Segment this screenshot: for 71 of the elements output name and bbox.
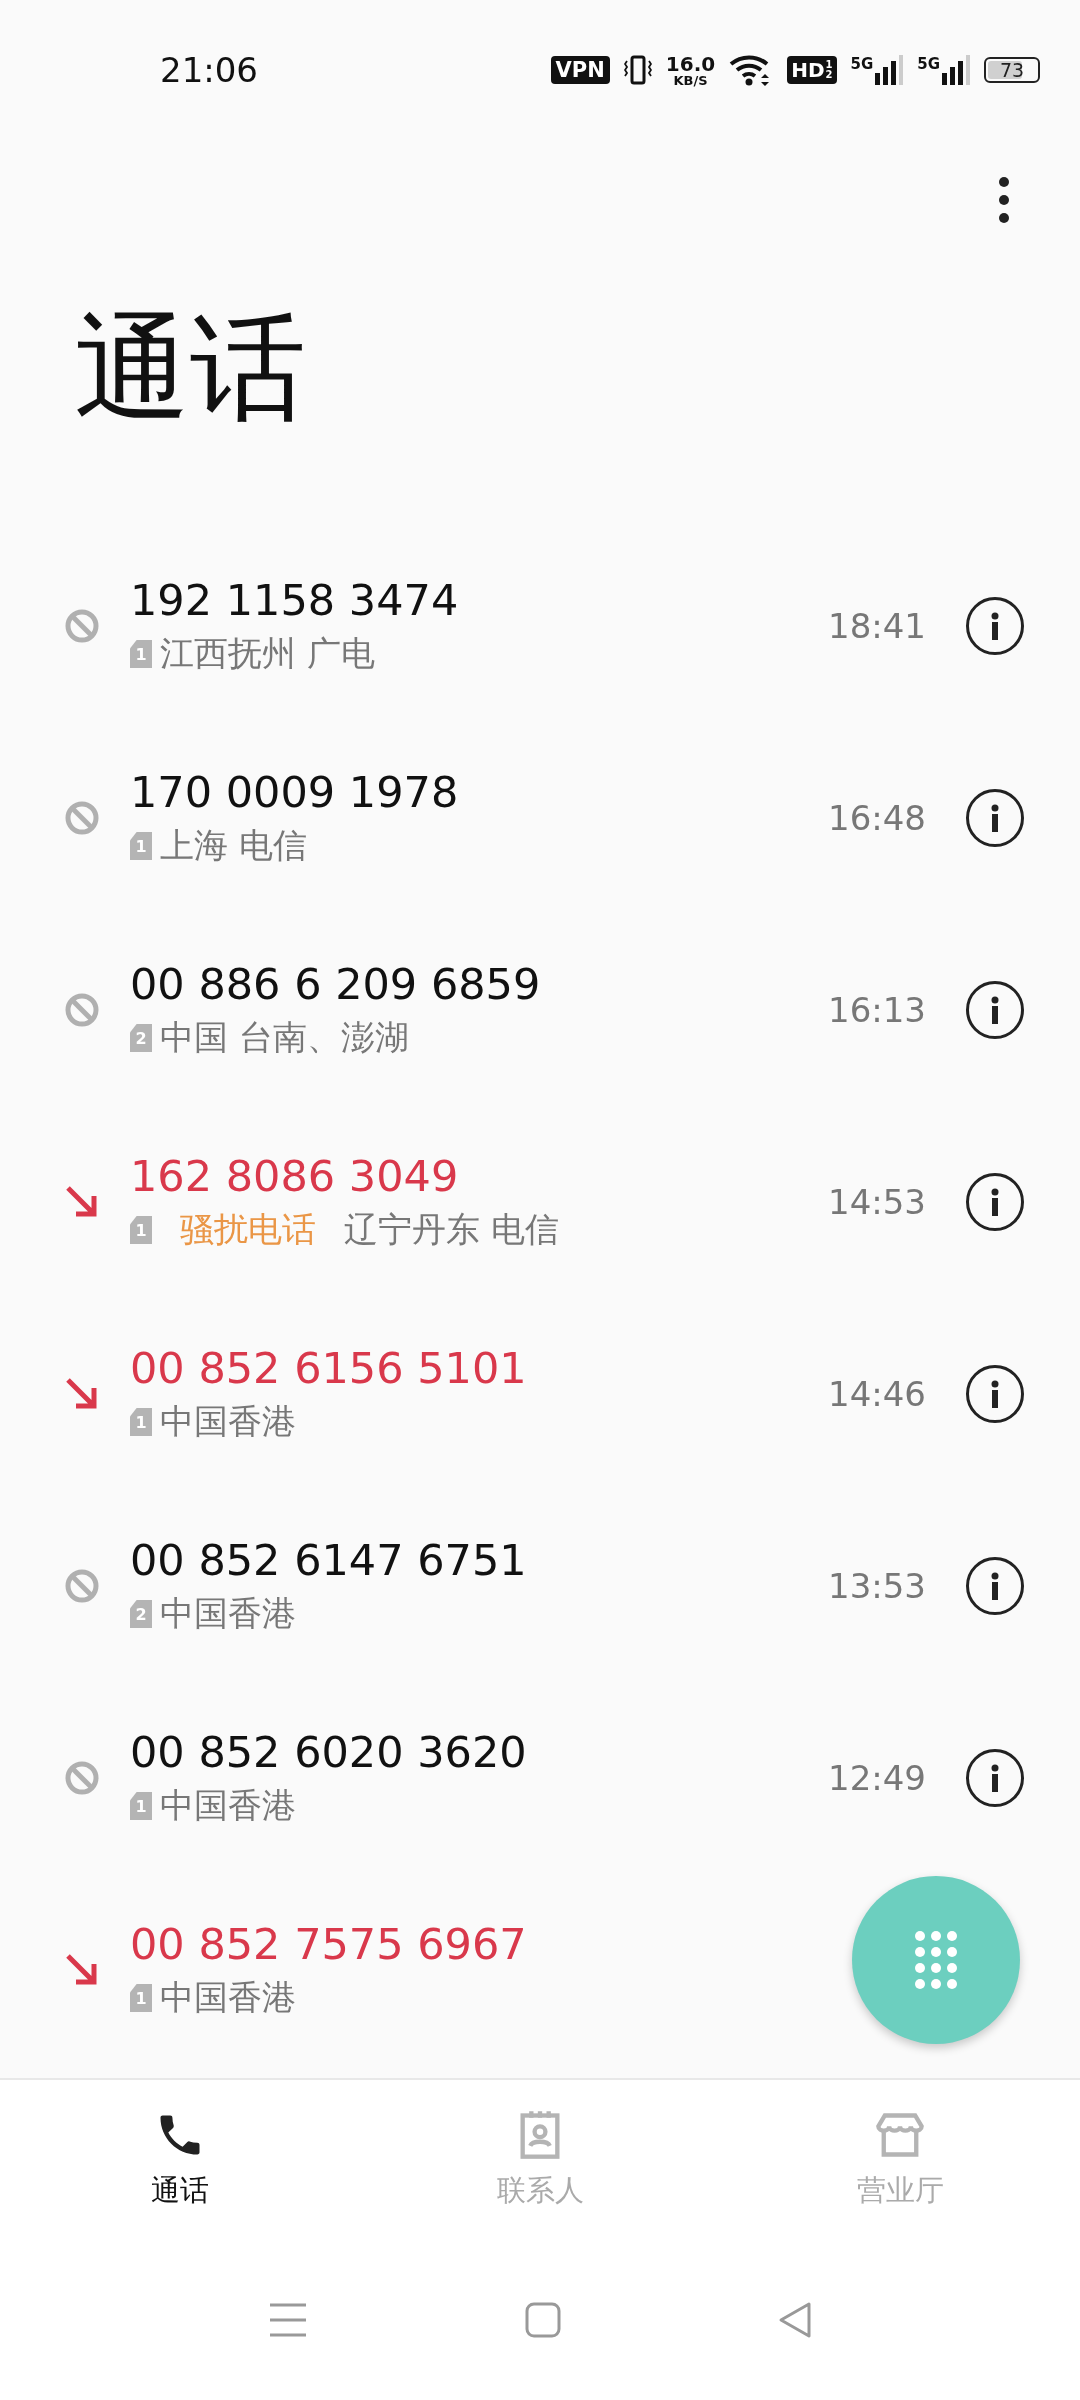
phone-number[interactable]: 00 852 7575 6967 bbox=[130, 1919, 1080, 1969]
more-options-icon[interactable] bbox=[998, 176, 1010, 224]
phone-number[interactable]: 162 8086 3049 bbox=[130, 1151, 828, 1201]
dialpad-icon bbox=[914, 1930, 958, 1990]
call-time: 14:46 bbox=[828, 1374, 926, 1414]
phone-number[interactable]: 192 1158 3474 bbox=[130, 575, 828, 625]
phone-number[interactable]: 00 852 6147 6751 bbox=[130, 1535, 828, 1585]
info-icon bbox=[990, 1572, 1000, 1600]
info-icon bbox=[990, 1380, 1000, 1408]
call-time: 13:53 bbox=[828, 1566, 926, 1606]
missed-call-arrow-icon bbox=[64, 1184, 100, 1220]
call-location: 中国香港 bbox=[160, 1592, 296, 1635]
sim-badge: 1 bbox=[130, 1216, 152, 1244]
blocked-icon bbox=[64, 800, 100, 836]
phone-number[interactable]: 00 852 6020 3620 bbox=[130, 1727, 828, 1777]
info-button[interactable] bbox=[966, 1557, 1024, 1615]
signal-icon bbox=[942, 55, 970, 85]
signal-icon bbox=[875, 55, 904, 85]
missed-call-arrow-icon bbox=[64, 1376, 100, 1412]
sim-badge: 1 bbox=[130, 640, 152, 668]
page-title: 通话 bbox=[73, 299, 307, 437]
network-label: 5G bbox=[850, 55, 874, 73]
info-icon bbox=[990, 804, 1000, 832]
info-button[interactable] bbox=[966, 597, 1024, 655]
speed-unit: KB/S bbox=[673, 73, 708, 87]
blocked-icon bbox=[64, 1568, 100, 1604]
sim-badge: 2 bbox=[130, 1600, 152, 1628]
sim-badge: 1 bbox=[130, 832, 152, 860]
sim-badge: 2 bbox=[130, 1024, 152, 1052]
call-location: 中国香港 bbox=[160, 1400, 296, 1443]
call-location: 辽宁丹东 电信 bbox=[344, 1208, 559, 1251]
phone-number[interactable]: 00 886 6 209 6859 bbox=[130, 959, 828, 1009]
speed-value: 16.0 bbox=[665, 53, 716, 74]
call-location: 江西抚州 广电 bbox=[160, 632, 375, 675]
info-icon bbox=[990, 996, 1000, 1024]
info-button[interactable] bbox=[966, 981, 1024, 1039]
info-button[interactable] bbox=[966, 1749, 1024, 1807]
missed-call-arrow-icon bbox=[64, 1952, 100, 1988]
vibrate-icon bbox=[623, 55, 652, 85]
info-icon bbox=[990, 1764, 1000, 1792]
call-time: 18:41 bbox=[828, 606, 926, 646]
call-time: 16:48 bbox=[828, 798, 926, 838]
call-location: 中国 台南、澎湖 bbox=[160, 1016, 409, 1059]
blocked-icon bbox=[64, 1760, 100, 1796]
call-time: 14:53 bbox=[828, 1182, 926, 1222]
call-time: 12:49 bbox=[828, 1758, 926, 1798]
home-icon[interactable] bbox=[525, 2302, 561, 2338]
sim-badge: 1 bbox=[130, 1792, 152, 1820]
network-label: 5G bbox=[917, 55, 940, 73]
info-button[interactable] bbox=[966, 1173, 1024, 1231]
vpn-badge: VPN bbox=[550, 56, 610, 84]
back-icon[interactable] bbox=[777, 2301, 812, 2339]
phone-number[interactable]: 00 852 6156 5101 bbox=[130, 1343, 828, 1393]
info-icon bbox=[990, 1188, 1000, 1216]
call-location: 中国香港 bbox=[160, 1976, 296, 2019]
blocked-icon bbox=[64, 992, 100, 1028]
info-button[interactable] bbox=[966, 789, 1024, 847]
status-time: 21:06 bbox=[160, 50, 258, 90]
call-time: 16:13 bbox=[828, 990, 926, 1030]
info-button[interactable] bbox=[966, 1365, 1024, 1423]
phone-number[interactable]: 170 0009 1978 bbox=[130, 767, 828, 817]
spam-tag: 骚扰电话 bbox=[180, 1207, 316, 1253]
sim-badge: 1 bbox=[130, 1984, 152, 2012]
info-icon bbox=[990, 612, 1000, 640]
blocked-icon bbox=[64, 608, 100, 644]
sim-badge: 1 bbox=[130, 1408, 152, 1436]
call-location: 中国香港 bbox=[160, 1784, 296, 1827]
battery-indicator: 73 bbox=[984, 57, 1040, 83]
menu-icon[interactable] bbox=[268, 2302, 309, 2338]
call-location: 上海 电信 bbox=[160, 824, 307, 867]
nav-tab[interactable]: 通话 bbox=[0, 2080, 360, 2240]
